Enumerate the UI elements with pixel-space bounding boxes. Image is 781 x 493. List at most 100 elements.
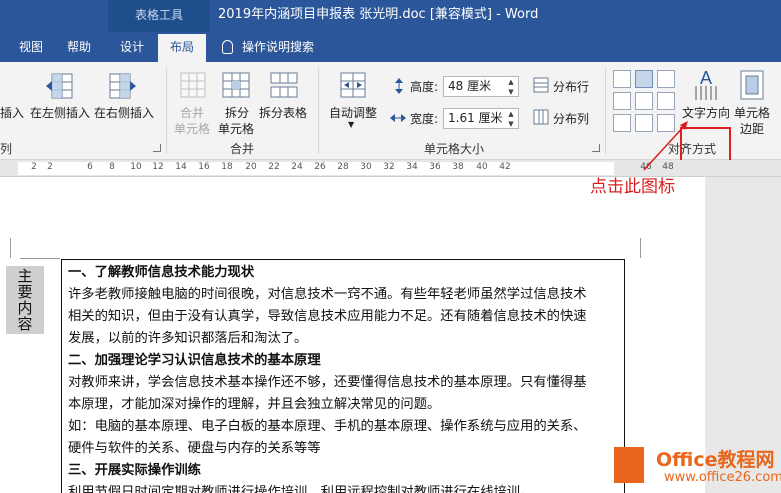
- width-label: 宽度:: [410, 112, 439, 126]
- insert-left-icon: [46, 73, 73, 99]
- cell-margins-icon: [740, 70, 764, 100]
- svg-text:A: A: [700, 68, 712, 88]
- align-top-right-button[interactable]: [657, 70, 675, 88]
- ruler-tick: 28: [337, 162, 349, 172]
- crop-mark: [640, 238, 641, 258]
- merge-cells-label-1: 合并: [180, 106, 205, 120]
- ruler-tick: 18: [221, 162, 233, 172]
- callout-text: 点击此图标: [590, 177, 675, 197]
- section-heading: 三、开展实际操作训练: [68, 463, 201, 478]
- ruler-tick: 38: [452, 162, 464, 172]
- paragraph-line: 硬件与软件的关系、硬盘与内存的关系等等: [68, 441, 321, 456]
- align-middle-left-button[interactable]: [613, 92, 631, 110]
- split-table-icon: [270, 72, 298, 98]
- group-separator: [318, 68, 319, 154]
- office-logo-icon: [614, 447, 644, 483]
- distribute-columns-button[interactable]: 分布列: [553, 110, 589, 127]
- tab-view[interactable]: 视图: [14, 32, 48, 62]
- split-cells-icon: [222, 72, 250, 98]
- column-width-icon: [390, 114, 406, 122]
- merge-cells-button[interactable]: 单元格: [174, 120, 210, 137]
- watermark: Office教程网 www.office26.com: [608, 443, 781, 493]
- title-bar: 表格工具 2019年内涵项目申报表 张光明.doc [兼容模式] - Word: [0, 0, 781, 32]
- paragraph-line: 利用节假日时间定期对教师进行操作培训，利用远程控制对教师进行在线培训。: [68, 485, 534, 493]
- ruler-tick: 8: [109, 162, 115, 172]
- text-direction-icon: A: [695, 68, 717, 100]
- watermark-url: www.office26.com: [664, 470, 781, 485]
- align-middle-center-button[interactable]: [635, 92, 653, 110]
- align-top-center-button[interactable]: [635, 70, 653, 88]
- watermark-title: Office教程网: [656, 449, 775, 471]
- ruler-tick: 20: [245, 162, 257, 172]
- table-tools-context-label: 表格工具: [108, 0, 210, 32]
- document-title: 2019年内涵项目申报表 张光明.doc [兼容模式] - Word: [218, 7, 539, 22]
- cell-text: 一、了解教师信息技术能力现状许多老教师接触电脑的时间很晚，对信息技术一窍不通。有…: [68, 262, 624, 493]
- ruler-tick: 10: [130, 162, 142, 172]
- ruler-tick: 34: [406, 162, 418, 172]
- header-char: 内: [17, 299, 33, 317]
- cell-margins-label-1: 单元格: [734, 106, 771, 120]
- paragraph-line: 如：电脑的基本原理、电子白板的基本原理、手机的基本原理、操作系统与应用的关系、: [68, 419, 587, 434]
- lightbulb-icon: [222, 40, 233, 54]
- distribute-rows-icon: [533, 77, 549, 93]
- tab-help[interactable]: 帮助: [60, 32, 98, 62]
- insert-right-icon: [109, 73, 136, 99]
- group-separator: [605, 68, 606, 154]
- align-top-left-button[interactable]: [613, 70, 631, 88]
- ruler-tick: 2: [47, 162, 53, 172]
- tab-layout[interactable]: 布局: [158, 34, 206, 62]
- ruler-tick: 36: [429, 162, 441, 172]
- header-char: 主: [17, 267, 33, 285]
- cell-size-group-label: 单元格大小: [424, 142, 485, 156]
- split-cells-label-1: 拆分: [225, 106, 250, 120]
- paragraph-line: 许多老教师接触电脑的时间很晚，对信息技术一窍不通。有些年轻老师虽然学过信息技术: [68, 287, 587, 302]
- ruler-tick: 6: [87, 162, 93, 172]
- paragraph-line: 发展，以前的许多知识都落后和淘汰了。: [68, 331, 308, 346]
- split-cells-button[interactable]: 单元格: [218, 120, 254, 137]
- insert-left-button[interactable]: 在左侧插入: [30, 104, 90, 121]
- split-table-button[interactable]: 拆分表格: [259, 104, 307, 121]
- paragraph-line: 对教师来讲，学会信息技术基本操作还不够，还要懂得信息技术的基本原理。只有懂得基: [68, 375, 587, 390]
- crop-mark: [10, 238, 11, 258]
- ruler-tick: 22: [268, 162, 280, 172]
- cell-size-launcher[interactable]: [592, 144, 600, 152]
- chevron-down-icon: ▼: [348, 120, 355, 129]
- distribute-columns-icon: [533, 109, 549, 125]
- rows-columns-group-label: 列: [0, 142, 13, 156]
- ruler-tick: 14: [175, 162, 187, 172]
- autofit-button[interactable]: 自动调整: [329, 104, 377, 121]
- section-heading: 一、了解教师信息技术能力现状: [68, 265, 255, 280]
- ruler-tick: 30: [360, 162, 372, 172]
- align-middle-right-button[interactable]: [657, 92, 675, 110]
- insert-right-button[interactable]: 在右侧插入: [94, 104, 154, 121]
- paragraph-line: 相关的知识，但由于没有认真学，导致信息技术应用能力不足。还有随着信息技术的快速: [68, 309, 587, 324]
- align-bottom-left-button[interactable]: [613, 114, 631, 132]
- section-heading: 二、加强理论学习认识信息技术的基本原理: [68, 353, 321, 368]
- row-height-icon: [395, 78, 403, 94]
- ruler-tick: 24: [291, 162, 303, 172]
- ruler-tick: 40: [476, 162, 488, 172]
- merge-cells-icon: [180, 72, 206, 98]
- header-char: 要: [17, 283, 33, 301]
- cell-margins-button[interactable]: 边距: [740, 120, 764, 137]
- ruler-tick: 16: [198, 162, 210, 172]
- ruler-tick: 12: [152, 162, 164, 172]
- ribbon-tabs: 视图 帮助 设计 布局 操作说明搜索: [0, 32, 781, 62]
- tell-me-search[interactable]: 操作说明搜索: [222, 32, 314, 62]
- height-spinner[interactable]: ▲ ▼: [504, 77, 518, 98]
- ruler-tick: 2: [31, 162, 37, 172]
- ruler-tick: 32: [383, 162, 395, 172]
- paragraph-line: 本原理，才能加深对操作的理解，并且会独立解决常见的问题。: [68, 397, 441, 412]
- height-label: 高度:: [410, 80, 439, 94]
- ruler-tick: 26: [314, 162, 326, 172]
- callout-arrow-icon: [643, 121, 688, 171]
- width-spinner[interactable]: ▲ ▼: [504, 109, 518, 130]
- distribute-rows-button[interactable]: 分布行: [553, 78, 589, 95]
- rows-columns-launcher[interactable]: [153, 144, 161, 152]
- insert-button-partial[interactable]: 插入: [0, 104, 24, 121]
- tab-design[interactable]: 设计: [112, 32, 152, 62]
- ruler-tick: 42: [499, 162, 511, 172]
- autofit-icon: [340, 72, 366, 98]
- crop-mark: [20, 258, 60, 259]
- merge-group-label: 合并: [230, 142, 255, 156]
